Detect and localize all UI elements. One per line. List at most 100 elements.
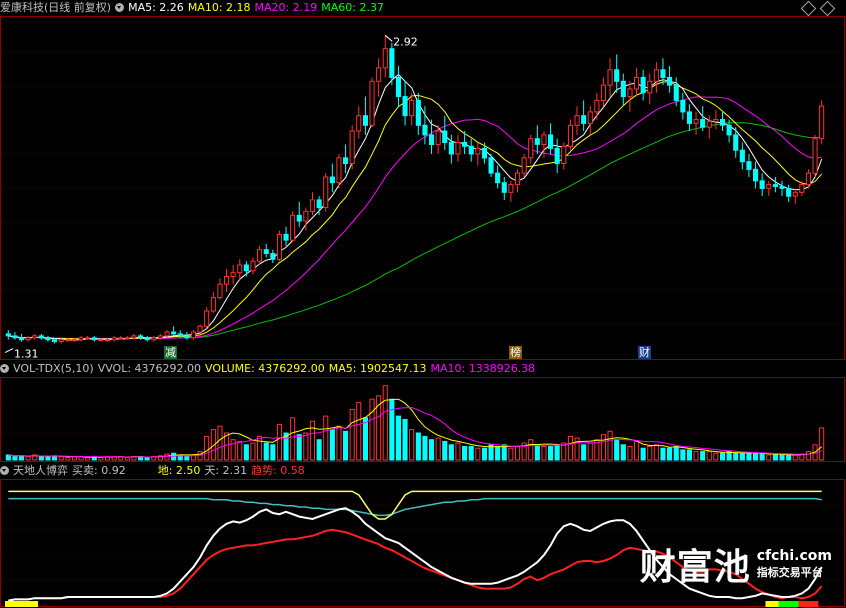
volume-bar xyxy=(640,447,646,461)
volume-bar xyxy=(349,408,355,461)
candle-body xyxy=(157,335,163,339)
volume-bar xyxy=(435,437,441,461)
stock-title: 爱康科技(日线 前复权) xyxy=(0,1,112,14)
candle-body xyxy=(164,331,170,337)
qushi-label: 趋势: 0.58 xyxy=(251,464,305,477)
volume-bar xyxy=(257,435,263,461)
volume-bar xyxy=(362,417,368,461)
dropdown-circle-icon[interactable] xyxy=(0,466,9,475)
candle-body xyxy=(521,157,527,174)
volume-bar xyxy=(534,444,540,461)
candle-body xyxy=(250,260,256,272)
volume-bar xyxy=(607,430,613,461)
candle-body xyxy=(38,335,44,339)
candle-body xyxy=(369,80,375,126)
candle-body xyxy=(574,115,580,126)
volume-bar xyxy=(686,449,693,461)
candle-body xyxy=(475,147,481,155)
candle-body xyxy=(805,172,812,186)
volume-bar xyxy=(19,455,25,461)
candle-body xyxy=(587,111,593,124)
volume-bar xyxy=(395,415,401,461)
candle-body xyxy=(111,337,117,341)
volume-bar xyxy=(548,446,554,461)
volume-bar xyxy=(442,440,448,461)
candle-body xyxy=(230,272,236,278)
volume-bar xyxy=(217,425,223,461)
candle-body xyxy=(554,147,560,165)
candle-body xyxy=(680,99,686,113)
candle-body xyxy=(263,249,269,254)
candle-body xyxy=(204,310,210,327)
volume-bar xyxy=(65,457,71,461)
volume-bar xyxy=(85,457,91,461)
candle-body xyxy=(673,84,679,101)
volume-bar xyxy=(739,452,745,461)
candle-body xyxy=(515,172,521,186)
candle-body xyxy=(739,149,745,163)
vol-name: VOL-TDX(5,10) xyxy=(13,362,94,375)
candle-body xyxy=(620,80,626,98)
volume-bar xyxy=(501,444,507,461)
candle-body xyxy=(448,142,454,155)
low-annotation: 1.31 xyxy=(14,348,39,361)
candle-body xyxy=(667,76,673,86)
candle-body xyxy=(190,331,196,339)
volume-bar xyxy=(415,432,421,461)
candle-body xyxy=(640,76,646,94)
candle-body xyxy=(296,214,302,222)
candle-body xyxy=(726,124,732,136)
volume-bar xyxy=(336,425,342,461)
volume-bar xyxy=(204,435,210,461)
candle-body xyxy=(481,147,487,159)
candle-body xyxy=(779,186,785,189)
volume-bar xyxy=(627,446,633,461)
candle-body xyxy=(435,130,441,145)
volume-bar xyxy=(237,440,243,461)
candle-body xyxy=(303,210,309,222)
candle-body xyxy=(91,337,97,341)
candle-body xyxy=(402,96,408,117)
volume-bar xyxy=(429,439,435,461)
volume-bar xyxy=(389,398,395,461)
volume-bar xyxy=(680,449,686,461)
volume-bar xyxy=(805,451,812,461)
volume-bar xyxy=(508,447,514,461)
ma5-line xyxy=(8,73,823,341)
dropdown-circle-icon[interactable] xyxy=(115,3,125,12)
candle-body xyxy=(534,138,540,145)
signal-strip xyxy=(798,601,819,607)
volume-bar xyxy=(786,454,792,461)
candle-body xyxy=(627,88,633,98)
dropdown-circle-icon[interactable] xyxy=(0,364,9,373)
volume-bar xyxy=(144,457,150,461)
volume-bar xyxy=(819,427,825,461)
volume-bar xyxy=(38,456,44,461)
event-marker-bang[interactable]: 榜 xyxy=(509,346,522,359)
event-marker-jian[interactable]: 减 xyxy=(164,346,177,359)
candle-body xyxy=(607,69,613,86)
volume-bar xyxy=(323,415,329,461)
low-annotation-arrow xyxy=(4,348,14,353)
candle-body xyxy=(105,339,111,342)
candle-body xyxy=(12,335,18,339)
candle-body xyxy=(567,124,574,147)
watermark-site: cfchi.com xyxy=(756,548,832,564)
candle-body xyxy=(786,188,792,197)
candle-body xyxy=(700,119,706,128)
candle-body xyxy=(283,233,289,241)
candle-body xyxy=(746,161,752,170)
volume-bar xyxy=(733,452,739,461)
candle-body xyxy=(720,119,726,126)
candle-body xyxy=(799,184,805,193)
candle-body xyxy=(98,339,104,342)
volume-bar xyxy=(71,456,78,461)
volume-bar xyxy=(382,385,388,461)
volume-bar xyxy=(224,432,230,461)
volume-bar xyxy=(706,451,712,461)
candle-body xyxy=(343,157,349,165)
volume-bar xyxy=(45,456,51,461)
ma10-label: MA10: 2.18 xyxy=(187,1,251,14)
event-marker-cai[interactable]: 财 xyxy=(638,346,651,359)
volume-bar xyxy=(5,454,11,461)
